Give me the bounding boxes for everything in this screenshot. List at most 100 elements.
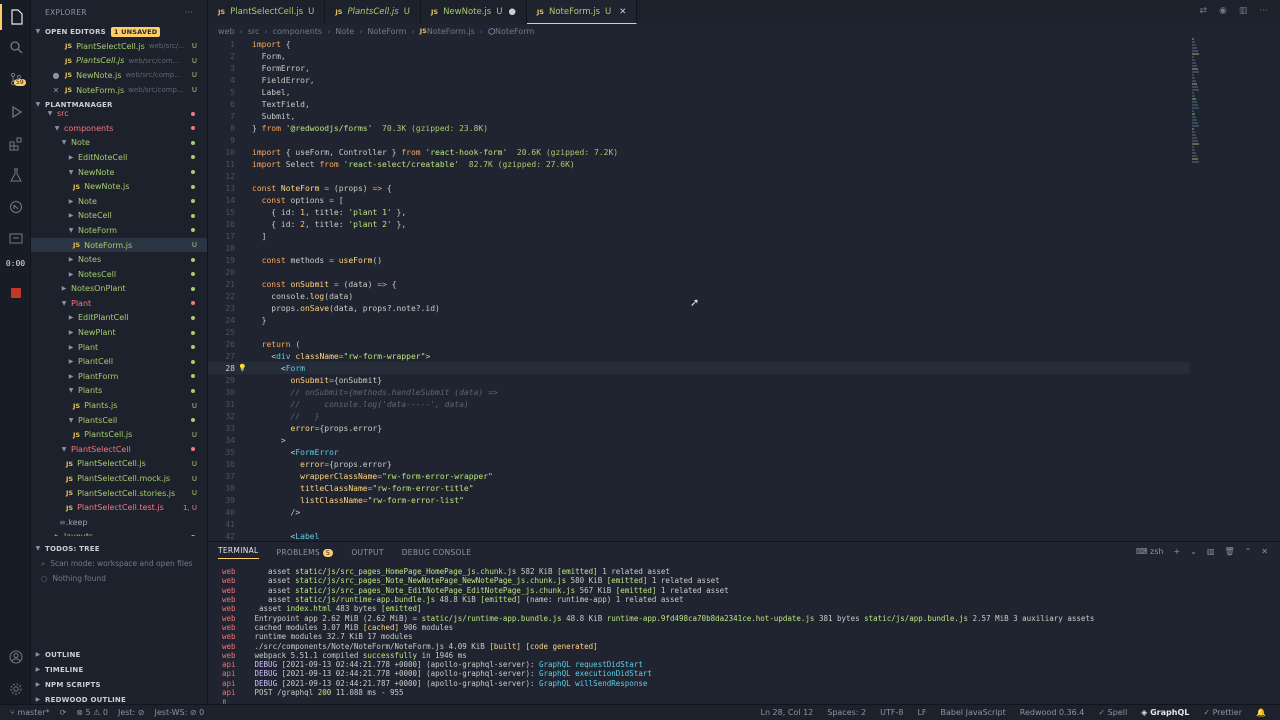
preview-icon[interactable]: ◉ — [1219, 6, 1227, 16]
language-mode[interactable]: Babel JavaScript — [941, 708, 1006, 717]
code-line[interactable]: 35 <FormError — [208, 446, 1208, 458]
indentation[interactable]: Spaces: 2 — [827, 708, 866, 717]
open-editor-item[interactable]: ● JS NewNote.js web/src/comp... U — [31, 68, 207, 83]
spell-status[interactable]: ✓ Spell — [1098, 708, 1127, 717]
tree-file[interactable]: JS NewNote.js — [31, 179, 207, 194]
split-terminal-icon[interactable]: ▥ — [1207, 547, 1215, 556]
unsaved-dot-icon[interactable]: ● — [508, 7, 515, 17]
extensions-icon[interactable] — [0, 131, 31, 157]
close-icon[interactable]: ✕ — [1261, 547, 1268, 556]
settings-gear-icon[interactable] — [0, 676, 31, 702]
unsaved-dot-icon[interactable]: ● — [51, 71, 61, 80]
new-terminal-icon[interactable]: + — [1173, 547, 1180, 556]
tree-folder[interactable]: ▼ PlantsCell — [31, 413, 207, 428]
graphql-status[interactable]: ◈ GraphQL — [1141, 708, 1189, 717]
code-line[interactable]: 37 wrapperClassName="rw-form-error-wrapp… — [208, 470, 1208, 482]
code-line[interactable]: 24 } — [208, 314, 1208, 326]
tree-folder[interactable]: ▶ EditPlantCell — [31, 311, 207, 326]
todos-scan-mode[interactable]: ⌕ Scan mode: workspace and open files — [31, 556, 207, 571]
code-line[interactable]: 20 — [208, 266, 1208, 278]
remote-explorer-icon[interactable] — [0, 226, 31, 252]
testing-icon[interactable] — [0, 162, 31, 188]
close-icon[interactable]: ✕ — [51, 86, 61, 95]
account-icon[interactable] — [0, 644, 31, 670]
minimap[interactable] — [1192, 38, 1200, 168]
tab-terminal[interactable]: TERMINAL — [218, 546, 259, 559]
breadcrumb-item[interactable]: NoteForm — [495, 27, 534, 36]
open-editors-section[interactable]: ▼ OPEN EDITORS 1 UNSAVED — [31, 24, 207, 39]
code-line[interactable]: 34 > — [208, 434, 1208, 446]
code-line[interactable]: 23 props.onSave(data, props?.note?.id) — [208, 302, 1208, 314]
tree-folder[interactable]: ▼ NoteForm — [31, 223, 207, 238]
tree-folder[interactable]: ▼ components — [31, 121, 207, 136]
record-icon[interactable] — [0, 280, 31, 306]
code-line[interactable]: 31 // console.log('data-----', data) — [208, 398, 1208, 410]
tree-folder[interactable]: ▼ Plants — [31, 384, 207, 399]
code-line[interactable]: 22 console.log(data) — [208, 290, 1208, 302]
code-line[interactable]: 15 { id: 1, title: 'plant 1' }, — [208, 206, 1208, 218]
sidebar-section-npm-scripts[interactable]: ▶ NPM SCRIPTS — [31, 677, 207, 692]
todos-section[interactable]: ▼ TODOS: TREE — [31, 541, 207, 556]
breadcrumb-item[interactable]: NoteForm — [367, 27, 406, 36]
tab-debug-console[interactable]: DEBUG CONSOLE — [402, 548, 472, 557]
problems-status[interactable]: ⊗ 5 ⚠ 0 — [76, 708, 108, 717]
code-line[interactable]: 29 onSubmit={onSubmit} — [208, 374, 1208, 386]
code-line[interactable]: 27 <div className="rw-form-wrapper"> — [208, 350, 1208, 362]
jest-status[interactable]: Jest: ⊘ — [118, 708, 145, 717]
split-editor-icon[interactable]: ▥ — [1239, 6, 1248, 16]
more-actions-icon[interactable]: ··· — [185, 8, 193, 17]
explorer-icon[interactable] — [0, 4, 31, 30]
tree-folder[interactable]: ▶ PlantForm — [31, 369, 207, 384]
code-line[interactable]: 3 FormError, — [208, 62, 1208, 74]
notifications-icon[interactable]: 🔔 — [1256, 708, 1266, 717]
redwood-version[interactable]: Redwood 0.36.4 — [1020, 708, 1085, 717]
code-line[interactable]: 11 import Select from 'react-select/creat… — [208, 158, 1208, 170]
code-line[interactable]: 32 // } — [208, 410, 1208, 422]
code-line[interactable]: 25 — [208, 326, 1208, 338]
compare-icon[interactable]: ⇄ — [1199, 6, 1207, 16]
breadcrumb-item[interactable]: components — [273, 27, 322, 36]
tree-folder[interactable]: ▶ NotesOnPlant — [31, 282, 207, 297]
sync-icon[interactable]: ⟳ — [60, 708, 67, 717]
tree-file[interactable]: JS PlantSelectCell.mock.js U — [31, 471, 207, 486]
terminal-output[interactable]: web asset static/js/src_pages_HomePage_H… — [208, 563, 1280, 697]
source-control-icon[interactable]: 59 — [0, 66, 31, 92]
breadcrumb-item[interactable]: src — [248, 27, 260, 36]
code-line[interactable]: 36 error={props.error} — [208, 458, 1208, 470]
code-line[interactable]: 4 FieldError, — [208, 74, 1208, 86]
trash-icon[interactable]: 🗑 — [1224, 547, 1234, 556]
tree-folder[interactable]: ▶ NoteCell — [31, 209, 207, 224]
tab-plantselectcell-js[interactable]: JS PlantSelectCell.js U — [208, 0, 326, 24]
search-icon[interactable] — [0, 34, 31, 60]
sidebar-section-redwood-outline[interactable]: ▶ REDWOOD OUTLINE — [31, 692, 207, 704]
code-line[interactable]: 8} from '@redwoodjs/forms' 70.3K (gzippe… — [208, 122, 1208, 134]
code-line[interactable]: 38 titleClassName="rw-form-error-title" — [208, 482, 1208, 494]
code-line[interactable]: 14 const options = [ — [208, 194, 1208, 206]
maximize-icon[interactable]: ⌃ — [1245, 547, 1252, 556]
tab-newnote-js[interactable]: JS NewNote.js U ● — [421, 0, 527, 24]
tree-folder[interactable]: ▶ NotesCell — [31, 267, 207, 282]
tree-folder[interactable]: ▼ NewNote — [31, 165, 207, 180]
tree-folder[interactable]: ≡ .keep — [31, 515, 207, 530]
tree-folder[interactable]: ▼ Note — [31, 136, 207, 151]
code-line[interactable]: 13 const NoteForm = (props) => { — [208, 182, 1208, 194]
chevron-down-icon[interactable]: ⌄ — [1190, 547, 1197, 556]
code-line[interactable]: 21 const onSubmit = (data) => { — [208, 278, 1208, 290]
tree-folder[interactable]: ▶ Notes — [31, 252, 207, 267]
tree-folder[interactable]: ▼ src — [31, 106, 207, 121]
more-actions-icon[interactable]: ··· — [1259, 6, 1268, 16]
code-line[interactable]: 1 import { — [208, 38, 1208, 50]
code-line[interactable]: 18 — [208, 242, 1208, 254]
tab-output[interactable]: OUTPUT — [351, 548, 383, 557]
tree-file[interactable]: JS PlantSelectCell.js U — [31, 457, 207, 472]
terminal-shell-selector[interactable]: ⌨ zsh — [1136, 547, 1164, 556]
tree-folder[interactable]: ▼ PlantSelectCell — [31, 442, 207, 457]
end-of-line[interactable]: LF — [917, 708, 926, 717]
tab-problems[interactable]: PROBLEMS 5 — [277, 548, 334, 557]
tab-plantscell-js[interactable]: JS PlantsCell.js U — [325, 0, 421, 24]
code-line[interactable]: 39 listClassName="rw-form-error-list" — [208, 494, 1208, 506]
timer-readout[interactable]: 0:00 — [0, 259, 31, 268]
code-line[interactable]: 33 error={props.error} — [208, 422, 1208, 434]
code-line[interactable]: 10 import { useForm, Controller } from 'r… — [208, 146, 1208, 158]
code-line[interactable]: 17 ] — [208, 230, 1208, 242]
